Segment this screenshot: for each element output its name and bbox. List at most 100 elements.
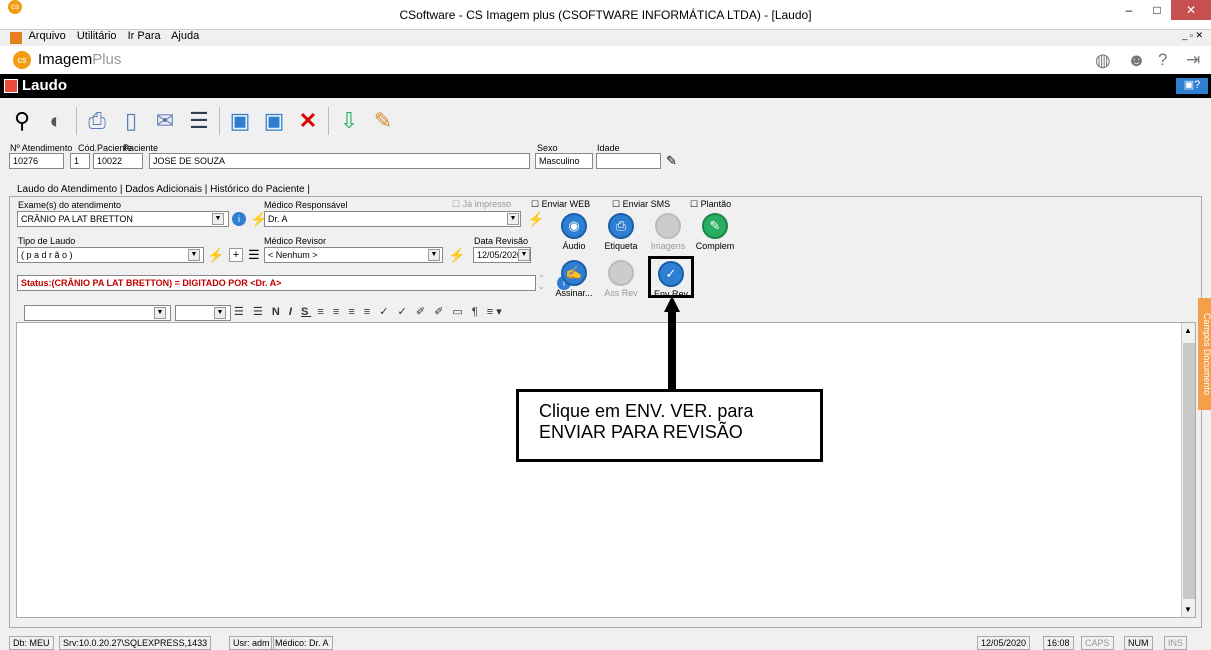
document-icon bbox=[10, 32, 22, 44]
print-icon[interactable]: ⎙ bbox=[83, 107, 111, 135]
window-title: CSoftware - CS Imagem plus (CSOFTWARE IN… bbox=[399, 8, 812, 22]
user-support-icon[interactable]: ☻ bbox=[1127, 50, 1146, 71]
formatting-icons[interactable]: ☰ ☰ N I S ≡ ≡ ≡ ≡ ✓ ✓ ✐ ✐ ▭ ¶ ≡▾ bbox=[234, 305, 505, 318]
status-time: 16:08 bbox=[1043, 636, 1074, 650]
callout-arrow bbox=[664, 296, 680, 392]
save-as-icon[interactable]: ▣ bbox=[260, 107, 288, 135]
callout-line-2: ENVIAR PARA REVISÃO bbox=[539, 422, 743, 442]
exit-icon[interactable]: ⇥ bbox=[1186, 50, 1200, 70]
info-help-icon[interactable]: ▣? bbox=[1176, 78, 1208, 94]
globe-icon[interactable]: ◍ bbox=[1095, 50, 1111, 71]
binoculars-icon[interactable]: ⚲ bbox=[8, 107, 36, 135]
speaker-icon[interactable]: ◐ bbox=[42, 107, 70, 135]
status-num: NUM bbox=[1124, 636, 1153, 650]
section-header: Laudo ▣? bbox=[0, 74, 1211, 98]
callout-line-1: Clique em ENV. VER. para bbox=[539, 401, 754, 421]
atendimento-label: Nº Atendimento bbox=[10, 143, 73, 153]
close-button[interactable]: ✕ bbox=[1171, 0, 1211, 20]
section-title: Laudo bbox=[22, 77, 67, 94]
chevron-down-icon[interactable]: ▼ bbox=[214, 307, 226, 319]
toolbar-divider bbox=[219, 107, 220, 135]
images-icon bbox=[655, 213, 681, 239]
edit-patient-icon[interactable]: ✎ bbox=[666, 153, 677, 169]
imagens-button[interactable]: Imagens bbox=[647, 211, 689, 255]
lightning-icon[interactable]: ⚡ bbox=[207, 247, 224, 264]
toolbar-divider bbox=[328, 107, 329, 135]
status-field: Status:(CRÂNIO PA LAT BRETTON) = DIGITAD… bbox=[17, 275, 536, 291]
menu-bar: Arquivo Utilitário Ir Para Ajuda _ ▫ ✕ bbox=[0, 30, 1211, 46]
lightning-icon[interactable]: ⚡ bbox=[527, 211, 544, 228]
logo-icon: cs bbox=[13, 51, 31, 69]
checkbox-ja-impresso[interactable]: ☐ Já impresso bbox=[452, 199, 511, 210]
lightning-icon[interactable]: ⚡ bbox=[448, 247, 465, 264]
checkbox-enviar-web[interactable]: ☐ Enviar WEB bbox=[531, 199, 590, 210]
menu-ir-para[interactable]: Ir Para bbox=[128, 30, 161, 42]
chevron-down-icon[interactable]: ▼ bbox=[507, 213, 519, 225]
cod-paciente-field[interactable]: 10022 bbox=[93, 153, 143, 169]
mdi-restore-button[interactable]: _ ▫ ✕ bbox=[1182, 30, 1203, 41]
title-bar: cs CSoftware - CS Imagem plus (CSOFTWARE… bbox=[0, 0, 1211, 30]
checkbox-enviar-sms[interactable]: ☐ Enviar SMS bbox=[612, 199, 670, 210]
medico-resp-select[interactable]: Dr. A bbox=[264, 211, 521, 227]
page-preview-icon[interactable]: ▯ bbox=[117, 107, 145, 135]
printer-icon: ⎙ bbox=[608, 213, 634, 239]
list-icon[interactable]: ☰ bbox=[248, 247, 260, 263]
tab-historico-paciente[interactable]: Histórico do Paciente bbox=[210, 184, 305, 195]
scroll-up-icon[interactable]: ▲ bbox=[1184, 326, 1192, 335]
menu-arquivo[interactable]: Arquivo bbox=[28, 30, 65, 42]
help-icon[interactable]: ? bbox=[1158, 50, 1167, 70]
list-icon[interactable]: ☰ bbox=[185, 107, 213, 135]
audio-button[interactable]: ◉ Áudio bbox=[553, 211, 595, 255]
spin-icon[interactable]: ⌃ ⌄ bbox=[538, 275, 545, 291]
delete-icon[interactable]: ✕ bbox=[294, 107, 322, 135]
exame-select[interactable]: CRÂNIO PA LAT BRETTON bbox=[17, 211, 229, 227]
scroll-down-icon[interactable]: ▼ bbox=[1184, 605, 1192, 614]
menu-ajuda[interactable]: Ajuda bbox=[171, 30, 199, 42]
scrollbar-thumb[interactable] bbox=[1183, 343, 1195, 599]
download-icon[interactable]: ⇩ bbox=[335, 107, 363, 135]
audio-icon: ◉ bbox=[561, 213, 587, 239]
etiqueta-button[interactable]: ⎙ Etiqueta bbox=[600, 211, 642, 255]
complem-button[interactable]: ✎ Complem bbox=[694, 211, 736, 255]
add-icon[interactable]: + bbox=[229, 248, 243, 262]
brand-name: ImagemPlus bbox=[38, 51, 122, 68]
paciente-label: Paciente bbox=[123, 143, 159, 153]
save-icon[interactable]: ▣ bbox=[226, 107, 254, 135]
tab-laudo-atendimento[interactable]: Laudo do Atendimento bbox=[17, 184, 117, 195]
sexo-field[interactable]: Masculino bbox=[535, 153, 593, 169]
minimize-button[interactable]: – bbox=[1115, 0, 1143, 20]
tab-dados-adicionais[interactable]: Dados Adicionais bbox=[125, 184, 202, 195]
seq-field[interactable]: 1 bbox=[70, 153, 90, 169]
chevron-down-icon[interactable]: ▼ bbox=[154, 307, 166, 319]
assinar-button[interactable]: ✍ Assinar... bbox=[553, 258, 595, 302]
status-user: Usr: adm bbox=[229, 636, 274, 650]
font-family-select[interactable] bbox=[24, 305, 171, 321]
section-icon bbox=[4, 79, 18, 93]
chevron-down-icon[interactable]: ▼ bbox=[518, 249, 530, 261]
medico-rev-select[interactable]: < Nenhum > bbox=[264, 247, 443, 263]
idade-label: Idade bbox=[597, 143, 620, 153]
vertical-scrollbar[interactable]: ▲ ▼ bbox=[1181, 323, 1195, 617]
menu-utilitario[interactable]: Utilitário bbox=[77, 30, 117, 42]
env-rev-button[interactable]: ✓ Env Rev bbox=[648, 256, 694, 299]
editor-area[interactable]: ▲ ▼ bbox=[16, 322, 1196, 618]
chevron-down-icon[interactable]: ▼ bbox=[188, 249, 200, 261]
sign-icon: ✍ bbox=[561, 260, 587, 286]
checkbox-plantao[interactable]: ☐ Plantão bbox=[690, 199, 731, 210]
atendimento-field[interactable]: 10276 bbox=[9, 153, 64, 169]
document-edit-icon: ✎ bbox=[702, 213, 728, 239]
brand-banner: cs ImagemPlus ◍ ☻ ? ⇥ bbox=[0, 46, 1211, 74]
callout-box: Clique em ENV. VER. para ENVIAR PARA REV… bbox=[516, 389, 823, 462]
paciente-field[interactable]: JOSE DE SOUZA bbox=[149, 153, 530, 169]
chevron-down-icon[interactable]: ▼ bbox=[212, 213, 224, 225]
tools-icon[interactable]: ✎ bbox=[369, 107, 397, 135]
tipo-laudo-select[interactable]: ( p a d r ã o ) bbox=[17, 247, 204, 263]
idade-field[interactable] bbox=[596, 153, 661, 169]
email-icon[interactable]: ✉ bbox=[151, 107, 179, 135]
ass-rev-button[interactable]: Ass Rev bbox=[600, 258, 642, 302]
info-icon[interactable]: i bbox=[232, 212, 246, 226]
campos-documento-tab[interactable]: Campos Documento bbox=[1198, 298, 1211, 410]
maximize-button[interactable]: □ bbox=[1143, 0, 1171, 20]
chevron-down-icon[interactable]: ▼ bbox=[428, 249, 440, 261]
sexo-label: Sexo bbox=[537, 143, 558, 153]
